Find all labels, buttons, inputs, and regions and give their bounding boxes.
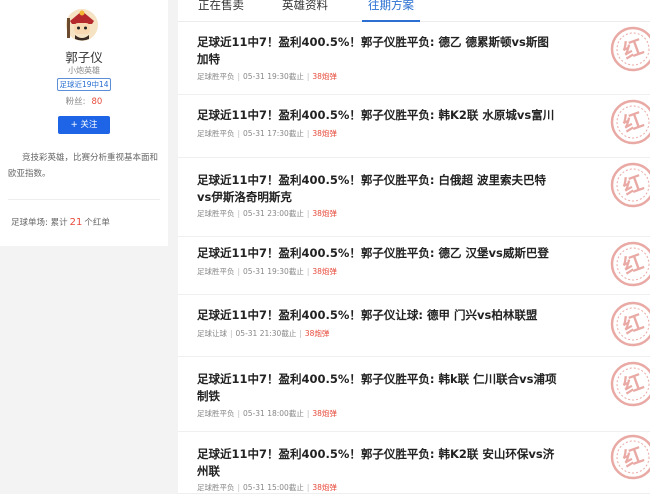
fans-label: 粉丝: — [65, 97, 86, 107]
user-title: 小炮英雄 — [68, 66, 100, 75]
follow-button[interactable]: + 关注 — [58, 116, 110, 134]
item-deadline: 05-31 15:00截止 — [243, 483, 304, 492]
item-price: 38炮弹 — [312, 72, 337, 81]
meta-separator: | — [299, 329, 302, 338]
fans-number: 80 — [91, 97, 103, 107]
profile-card: 郭子仪 小炮英雄 足球近19中14 粉丝: 80 + 关注 竞技彩英雄，比赛分析重… — [0, 0, 168, 246]
list-item[interactable]: 足球近11中7！盈利400.5%！郭子仪胜平负: 白俄超 波里索夫巴特vs伊斯洛… — [178, 158, 650, 237]
item-price: 38炮弹 — [312, 483, 337, 492]
stamp-text: 红 — [619, 249, 646, 278]
list-item[interactable]: 足球近11中7！盈利400.5%！郭子仪胜平负: 韩K2联 安山环保vs济州联足… — [178, 432, 650, 494]
item-type: 足球胜平负 — [197, 72, 235, 81]
meta-separator: | — [237, 483, 241, 492]
item-deadline: 05-31 21:30截止 — [235, 329, 297, 338]
red-win-stamp-icon: 红 — [610, 434, 650, 480]
item-type: 足球让球 — [197, 329, 227, 338]
list-item[interactable]: 足球近11中7！盈利400.5%！郭子仪让球: 德甲 门兴vs柏林联盟 足球让球 |… — [178, 295, 650, 357]
item-deadline: 05-31 23:00截止 — [243, 209, 304, 218]
item-type: 足球胜平负 — [197, 483, 235, 492]
item-deadline: 05-31 17:30截止 — [243, 129, 304, 138]
list-item[interactable]: 足球近11中7！盈利400.5%！郭子仪胜平负: 韩K2联 水原城vs富川足球胜… — [178, 95, 650, 158]
plan-list-panel: 正在售卖 英雄资料 往期方案 足球近11中7！盈利400.5%！郭子仪胜平负: … — [178, 0, 650, 494]
list-item[interactable]: 足球近11中7！盈利400.5%！郭子仪胜平负: 韩k联 仁川联合vs浦项制铁足… — [178, 357, 650, 432]
item-meta: 足球胜平负 | 05-31 19:30截止 | 38炮弹 — [197, 71, 337, 82]
meta-separator: | — [306, 483, 310, 492]
red-win-stamp-icon: 红 — [610, 26, 650, 72]
meta-separator: | — [237, 72, 241, 81]
tab-hero-profile[interactable]: 英雄资料 — [282, 0, 328, 13]
item-title[interactable]: 足球近11中7！盈利400.5%！郭子仪胜平负: 韩k联 仁川联合vs浦项制铁 — [197, 371, 557, 405]
item-title[interactable]: 足球近11中7！盈利400.5%！郭子仪胜平负: 白俄超 波里索夫巴特vs伊斯洛… — [197, 172, 557, 206]
item-type: 足球胜平负 — [197, 209, 235, 218]
item-title[interactable]: 足球近11中7！盈利400.5%！郭子仪胜平负: 德乙 汉堡vs威斯巴登 — [197, 245, 557, 262]
item-price: 38炮弹 — [304, 329, 330, 338]
red-count-stat: 足球单场: 累计 21 个红单 — [11, 216, 110, 228]
meta-separator: | — [237, 409, 241, 418]
item-price: 38炮弹 — [312, 129, 337, 138]
red-win-stamp-icon: 红 — [610, 301, 650, 347]
tab-on-sale[interactable]: 正在售卖 — [198, 0, 244, 13]
meta-separator: | — [230, 329, 233, 338]
item-type: 足球胜平负 — [197, 409, 235, 418]
item-meta: 足球胜平负 | 05-31 18:00截止 | 38炮弹 — [197, 408, 337, 419]
list-item[interactable]: 足球近11中7！盈利400.5%！郭子仪胜平负: 德乙 汉堡vs威斯巴登足球胜平… — [178, 237, 650, 295]
stamp-text: 红 — [619, 34, 646, 63]
item-deadline: 05-31 19:30截止 — [243, 267, 304, 276]
item-meta: 足球胜平负 | 05-31 15:00截止 | 38炮弹 — [197, 482, 337, 493]
meta-separator: | — [306, 72, 310, 81]
item-title[interactable]: 足球近11中7！盈利400.5%！郭子仪让球: 德甲 门兴vs柏林联盟 — [197, 307, 557, 324]
item-price: 38炮弹 — [312, 409, 337, 418]
stamp-text: 红 — [619, 170, 646, 199]
item-meta: 足球胜平负 | 05-31 17:30截止 | 38炮弹 — [197, 128, 337, 139]
item-title[interactable]: 足球近11中7！盈利400.5%！郭子仪胜平负: 韩K2联 安山环保vs济州联 — [197, 446, 557, 480]
item-price: 38炮弹 — [312, 209, 337, 218]
item-deadline: 05-31 19:30截止 — [243, 72, 304, 81]
red-win-stamp-icon: 红 — [610, 99, 650, 145]
item-meta: 足球胜平负 | 05-31 19:30截止 | 38炮弹 — [197, 266, 337, 277]
stamp-text: 红 — [619, 309, 646, 338]
divider — [8, 199, 160, 200]
item-price: 38炮弹 — [312, 267, 337, 276]
profile-description: 竞技彩英雄，比赛分析重视基本面和欧亚指数。 — [8, 153, 159, 179]
item-type: 足球胜平负 — [197, 129, 235, 138]
meta-separator: | — [306, 409, 310, 418]
username: 郭子仪 — [65, 50, 103, 65]
item-deadline: 05-31 18:00截止 — [243, 409, 304, 418]
meta-separator: | — [306, 209, 310, 218]
stat-suffix: 个红单 — [84, 218, 110, 228]
item-title[interactable]: 足球近11中7！盈利400.5%！郭子仪胜平负: 韩K2联 水原城vs富川 — [197, 107, 557, 124]
stat-prefix: 足球单场: 累计 — [11, 218, 68, 228]
stat-count: 21 — [69, 217, 83, 228]
item-type: 足球胜平负 — [197, 267, 235, 276]
item-meta: 足球胜平负 | 05-31 23:00截止 | 38炮弹 — [197, 208, 337, 219]
red-win-stamp-icon: 红 — [610, 241, 650, 287]
item-title[interactable]: 足球近11中7！盈利400.5%！郭子仪胜平负: 德乙 德累斯顿vs斯图加特 — [197, 34, 557, 68]
fans-count: 粉丝: 80 — [0, 95, 168, 107]
stamp-text: 红 — [619, 442, 646, 471]
red-win-stamp-icon: 红 — [610, 361, 650, 407]
avatar[interactable] — [65, 8, 99, 42]
meta-separator: | — [306, 267, 310, 276]
stamp-text: 红 — [619, 107, 646, 136]
list-item[interactable]: 足球近11中7！盈利400.5%！郭子仪胜平负: 德乙 德累斯顿vs斯图加特足球… — [178, 22, 650, 95]
tab-past-plans[interactable]: 往期方案 — [368, 0, 414, 13]
item-meta: 足球让球 | 05-31 21:30截止 | 38炮弹 — [197, 328, 329, 339]
meta-separator: | — [237, 129, 241, 138]
meta-separator: | — [237, 209, 241, 218]
meta-separator: | — [237, 267, 241, 276]
tab-bar: 正在售卖 英雄资料 往期方案 — [178, 0, 650, 22]
record-badge: 足球近19中14 — [57, 78, 111, 91]
red-win-stamp-icon: 红 — [610, 162, 650, 208]
meta-separator: | — [306, 129, 310, 138]
stamp-text: 红 — [619, 369, 646, 398]
